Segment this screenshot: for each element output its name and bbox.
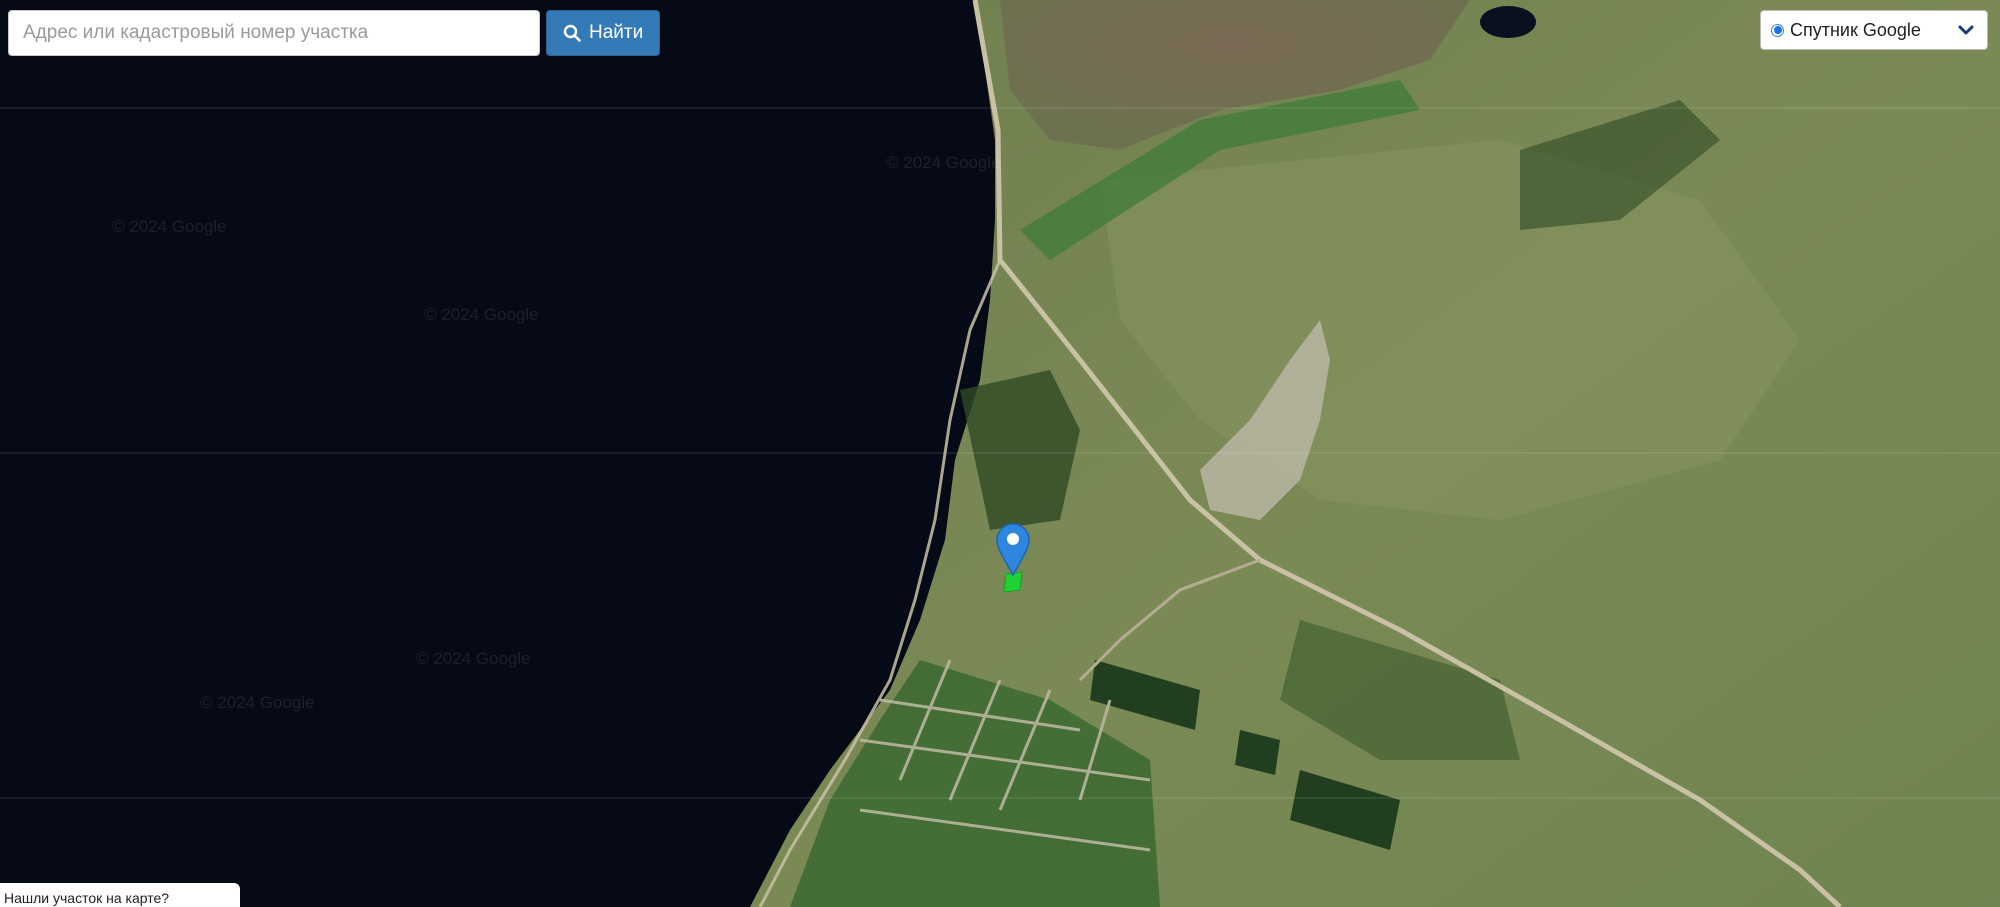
search-input[interactable] bbox=[8, 10, 540, 56]
map-layer-select[interactable]: Спутник Google bbox=[1760, 10, 1988, 50]
layer-select-value: Спутник Google bbox=[1790, 19, 1921, 40]
map-watermark: © 2024 Google bbox=[886, 153, 1001, 172]
small-lake bbox=[1480, 6, 1536, 38]
search-button[interactable]: Найти bbox=[546, 10, 661, 56]
satellite-map[interactable]: © 2024 Google © 2024 Google © 2024 Googl… bbox=[0, 0, 2000, 907]
layer-radio bbox=[1771, 23, 1784, 37]
map-watermark: © 2024 Google bbox=[112, 217, 227, 236]
map-watermark: © 2024 Google bbox=[200, 693, 315, 712]
search-icon bbox=[563, 24, 581, 42]
map-watermark: © 2024 Google bbox=[416, 649, 531, 668]
search-button-label: Найти bbox=[589, 22, 644, 43]
bottom-hint[interactable]: Нашли участок на карте? bbox=[0, 883, 240, 907]
chevron-down-icon bbox=[1958, 25, 1974, 35]
search-bar: Найти bbox=[8, 10, 661, 56]
map-watermark: © 2024 Google bbox=[424, 305, 539, 324]
